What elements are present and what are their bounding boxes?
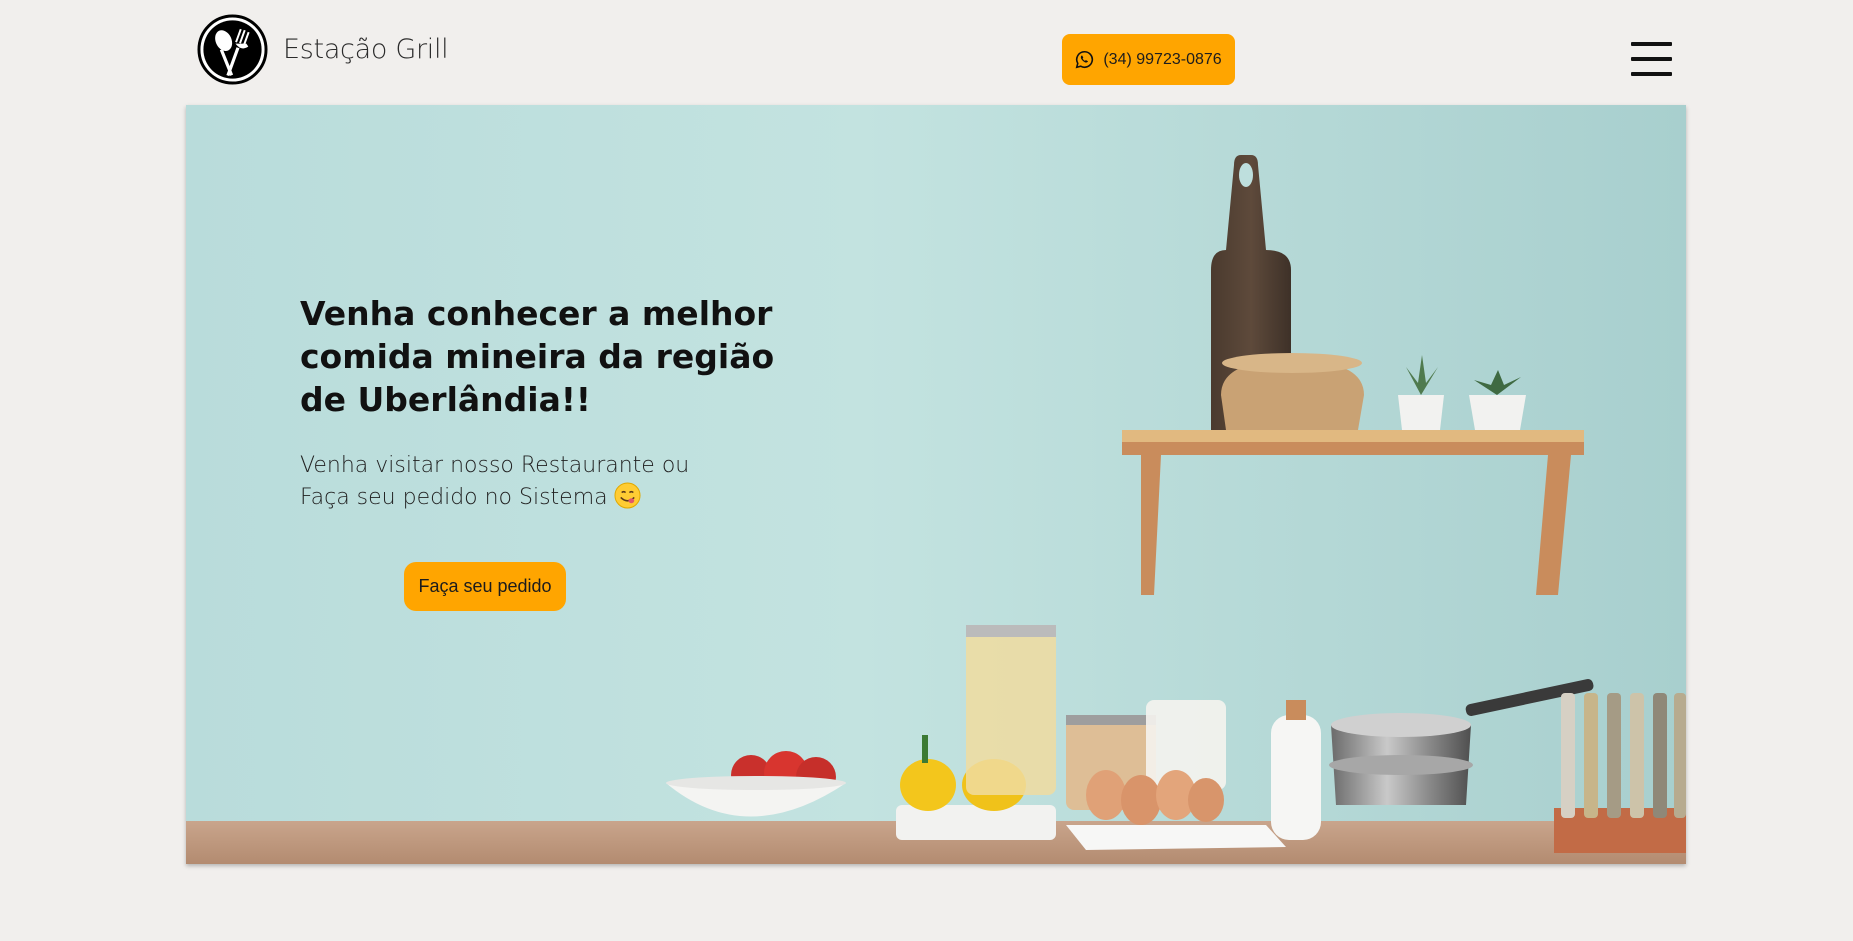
hero-subtitle-line-2-text: Faça seu pedido no Sistema [300,485,608,510]
hero-subtitle-line-2: Faça seu pedido no Sistema [300,482,760,514]
menu-bar-top [1631,42,1672,46]
hero-title: Venha conhecer a melhor comida mineira d… [300,294,775,419]
brand-logo[interactable] [197,14,268,85]
hamburger-menu-icon[interactable] [1631,42,1672,76]
menu-bar-middle [1631,57,1672,61]
hero-banner: Venha conhecer a melhor comida mineira d… [186,105,1686,864]
menu-bar-bottom [1631,72,1672,76]
yum-face-emoji-icon [614,482,641,509]
order-button[interactable]: Faça seu pedido [404,562,566,611]
hero-subtitle-line-1: Venha visitar nosso Restaurante ou [300,453,690,478]
hero-subtitle: Venha visitar nosso Restaurante ou Faça … [300,450,760,514]
whatsapp-icon [1075,50,1094,69]
spoon-fork-icon [197,14,268,85]
whatsapp-contact-button[interactable]: (34) 99723-0876 [1062,34,1235,85]
phone-number: (34) 99723-0876 [1103,50,1222,68]
brand-name[interactable]: Estação Grill [283,34,449,65]
